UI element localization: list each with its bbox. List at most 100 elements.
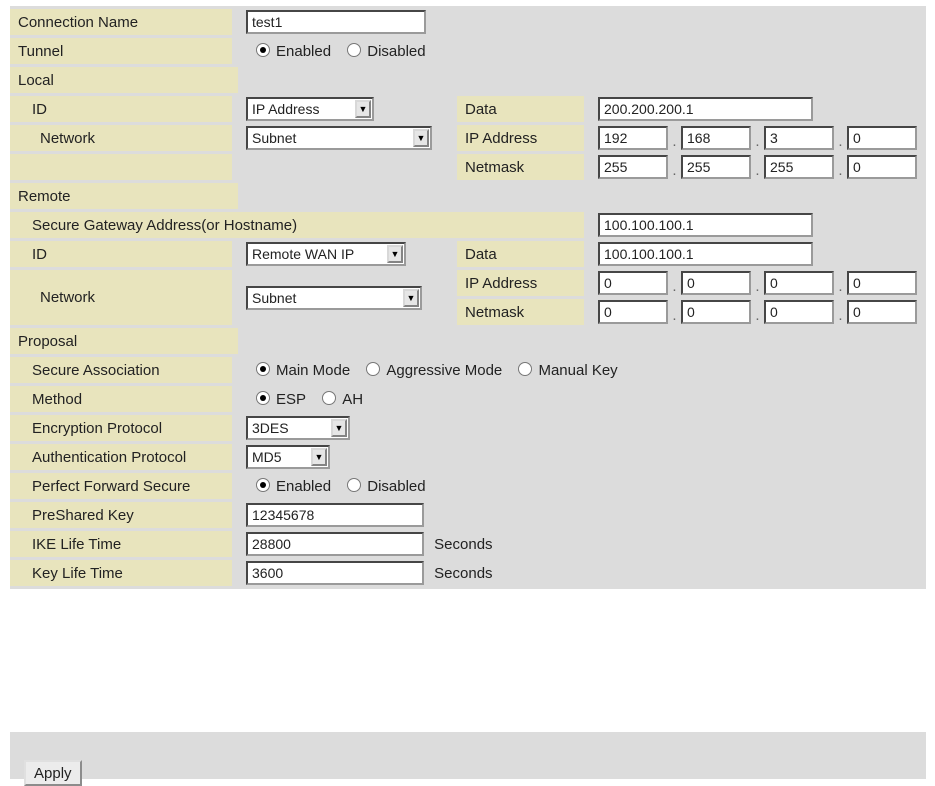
pfs-enabled-radio[interactable] (256, 477, 270, 492)
key-life-time-label: Key Life Time (10, 560, 238, 586)
row-preshared-key: PreShared Key (10, 502, 927, 528)
remote-ip-octet-2[interactable] (681, 271, 751, 295)
chevron-down-icon: ▼ (403, 288, 419, 307)
remote-mask-octet-2[interactable] (681, 300, 751, 324)
preshared-key-input[interactable] (246, 503, 424, 527)
method-esp-label: ESP (276, 390, 307, 408)
local-ip-octet-1[interactable] (598, 126, 668, 150)
remote-mask-octet-4[interactable] (847, 300, 917, 324)
remote-id-select-value: Remote WAN IP (252, 246, 355, 262)
local-network-select[interactable]: Subnet ▼ (246, 126, 432, 150)
local-data-label: Data (453, 96, 590, 122)
tunnel-disabled-label: Disabled (367, 42, 426, 60)
row-ike-life-time: IKE Life Time Seconds (10, 531, 927, 557)
sa-aggressive-mode-label: Aggressive Mode (386, 361, 503, 379)
local-ip-octet-2[interactable] (681, 126, 751, 150)
sa-main-mode-radio[interactable] (256, 361, 270, 376)
local-data-input[interactable] (598, 97, 813, 121)
local-mask-octet-4[interactable] (847, 155, 917, 179)
remote-gateway-label: Secure Gateway Address(or Hostname) (10, 212, 590, 238)
remote-data-input[interactable] (598, 242, 813, 266)
local-network-label: Network (10, 125, 238, 151)
remote-section-title: Remote (10, 183, 238, 209)
local-netmask-label: Netmask (453, 154, 590, 180)
sa-aggressive-mode-radio[interactable] (366, 361, 381, 376)
row-proposal-section: Proposal (10, 328, 927, 354)
row-local-network: Network Subnet ▼ IP Address ... (10, 125, 927, 151)
local-ip-label: IP Address (453, 125, 590, 151)
remote-mask-octet-3[interactable] (764, 300, 834, 324)
ike-life-time-input[interactable] (246, 532, 424, 556)
row-local-id: ID IP Address ▼ Data (10, 96, 927, 122)
remote-ip-octet-1[interactable] (598, 271, 668, 295)
remote-network-select[interactable]: Subnet ▼ (246, 285, 422, 310)
chevron-down-icon: ▼ (331, 419, 347, 437)
chevron-down-icon: ▼ (355, 100, 371, 118)
authentication-protocol-select-value: MD5 (252, 449, 282, 465)
encryption-protocol-label: Encryption Protocol (10, 415, 238, 441)
sa-manual-key-label: Manual Key (538, 361, 618, 379)
sa-manual-key-radio[interactable] (518, 361, 533, 376)
local-id-label: ID (10, 96, 238, 122)
pfs-label: Perfect Forward Secure (10, 473, 238, 499)
method-ah-radio[interactable] (322, 390, 337, 405)
apply-row: Apply (10, 732, 926, 786)
local-mask-octet-1[interactable] (598, 155, 668, 179)
tunnel-disabled-radio[interactable] (347, 42, 362, 57)
authentication-protocol-select[interactable]: MD5 ▼ (246, 445, 330, 469)
row-remote-ip: Network Subnet ▼ IP Address ... (10, 270, 927, 325)
remote-mask-octet-1[interactable] (598, 300, 668, 324)
row-local-section: Local (10, 67, 927, 93)
ike-life-time-label: IKE Life Time (10, 531, 238, 557)
chevron-down-icon: ▼ (311, 448, 327, 466)
method-ah-label: AH (342, 390, 364, 408)
chevron-down-icon: ▼ (387, 245, 403, 263)
ike-seconds-unit: Seconds (434, 536, 493, 553)
method-label: Method (10, 386, 238, 412)
ipsec-form: Connection Name Tunnel Enabled Disabled … (10, 6, 927, 589)
remote-ip-octet-3[interactable] (764, 271, 834, 295)
encryption-protocol-select[interactable]: 3DES ▼ (246, 416, 350, 440)
remote-gateway-input[interactable] (598, 213, 813, 237)
row-authentication-protocol: Authentication Protocol MD5 ▼ (10, 444, 927, 470)
local-mask-octet-2[interactable] (681, 155, 751, 179)
key-seconds-unit: Seconds (434, 565, 493, 582)
proposal-section-title: Proposal (10, 328, 238, 354)
connection-name-label: Connection Name (10, 9, 238, 35)
secure-association-label: Secure Association (10, 357, 238, 383)
pfs-disabled-label: Disabled (367, 477, 426, 495)
tunnel-enabled-radio[interactable] (256, 42, 270, 57)
pfs-disabled-radio[interactable] (347, 477, 362, 492)
connection-name-input[interactable] (246, 10, 426, 34)
row-method: Method ESP AH (10, 386, 927, 412)
row-secure-association: Secure Association Main Mode Aggressive … (10, 357, 927, 383)
remote-id-select[interactable]: Remote WAN IP ▼ (246, 242, 406, 266)
local-network-select-value: Subnet (252, 130, 297, 146)
local-id-select-value: IP Address (252, 101, 320, 117)
pfs-enabled-label: Enabled (276, 477, 332, 495)
row-key-life-time: Key Life Time Seconds (10, 560, 927, 586)
row-connection-name: Connection Name (10, 9, 927, 35)
local-ip-octet-3[interactable] (764, 126, 834, 150)
key-life-time-input[interactable] (246, 561, 424, 585)
remote-network-select-value: Subnet (252, 289, 297, 306)
row-encryption-protocol: Encryption Protocol 3DES ▼ (10, 415, 927, 441)
remote-netmask-label: Netmask (453, 299, 590, 325)
local-id-select[interactable]: IP Address ▼ (246, 97, 374, 121)
remote-id-label: ID (10, 241, 238, 267)
remote-data-label: Data (453, 241, 590, 267)
preshared-key-label: PreShared Key (10, 502, 238, 528)
tunnel-label: Tunnel (10, 38, 238, 64)
method-esp-radio[interactable] (256, 390, 270, 405)
row-local-netmask: Netmask ... (10, 154, 927, 180)
tunnel-enabled-label: Enabled (276, 42, 332, 60)
sa-main-mode-label: Main Mode (276, 361, 351, 379)
chevron-down-icon: ▼ (413, 129, 429, 147)
local-mask-octet-3[interactable] (764, 155, 834, 179)
remote-ip-label: IP Address (453, 270, 590, 296)
row-remote-id: ID Remote WAN IP ▼ Data (10, 241, 927, 267)
row-remote-gateway: Secure Gateway Address(or Hostname) (10, 212, 927, 238)
remote-ip-octet-4[interactable] (847, 271, 917, 295)
apply-button[interactable]: Apply (24, 760, 82, 786)
local-ip-octet-4[interactable] (847, 126, 917, 150)
